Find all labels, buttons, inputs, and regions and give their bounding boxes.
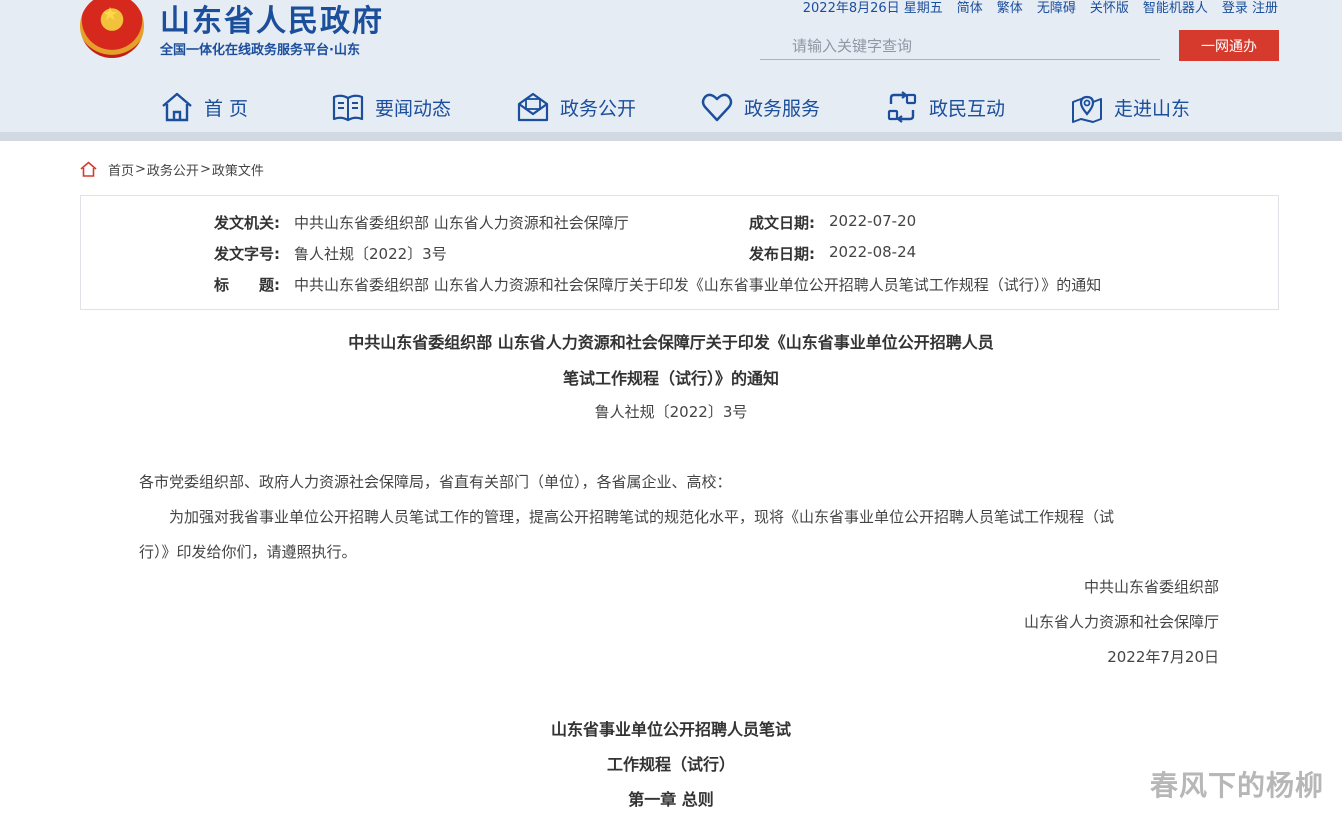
exchange-icon [887, 91, 917, 123]
body-line2: 行）》印发给你们，请遵照执行。 [139, 543, 357, 561]
chapter-heading: 第一章 总则 [628, 790, 714, 809]
nav-home[interactable]: 首 页 [160, 84, 248, 130]
document-info-box: 发文机关: 中共山东省委组织部 山东省人力资源和社会保障厅 成文日期: 2022… [80, 195, 1279, 310]
doc-no-value: 鲁人社规〔2022〕3号 [294, 245, 447, 263]
link-care-mode[interactable]: 关怀版 [1090, 0, 1129, 18]
issuer-label: 发文机关: [214, 214, 280, 232]
doc-title-line1: 中共山东省委组织部 山东省人力资源和社会保障厅关于印发《山东省事业单位公开招聘人… [348, 333, 994, 352]
body-line1: 为加强对我省事业单位公开招聘人员笔试工作的管理，提高公开招聘笔试的规范化水平，现… [169, 508, 1115, 526]
doc-title-line2: 笔试工作规程（试行）》的通知 [562, 369, 779, 388]
search-bar [760, 32, 1160, 60]
published-label: 发布日期: [749, 245, 815, 263]
heart-icon [701, 93, 733, 122]
nav-about[interactable]: 走进山东 [1070, 84, 1190, 130]
doc-no-label: 发文字号: [214, 245, 280, 263]
nav-services[interactable]: 政务服务 [700, 84, 820, 130]
info-published: 发布日期: 2022-08-24 [749, 243, 916, 264]
regulation-title2: 工作规程（试行） [606, 755, 735, 774]
breadcrumb-separator: > [135, 161, 146, 177]
map-pin-icon [1072, 95, 1102, 123]
nav-interaction[interactable]: 政民互动 [885, 84, 1005, 130]
watermark: 春风下的杨柳 [1149, 769, 1324, 802]
signature-date: 2022年7月20日 [1107, 648, 1219, 666]
signature-org2: 山东省人力资源和社会保障厅 [1023, 613, 1219, 631]
open-book-icon [332, 94, 364, 122]
home-icon [80, 161, 97, 177]
nav-news-label: 要闻动态 [375, 97, 452, 120]
breadcrumb: 首页 > 政务公开 > 政策文件 [80, 160, 264, 179]
regulation-title1: 山东省事业单位公开招聘人员笔试 [550, 720, 791, 739]
doc-number: 鲁人社规〔2022〕3号 [594, 403, 748, 421]
top-links: 2022年8月26日 星期五 简体 繁体 无障碍 关怀版 智能机器人 登录 注册 [803, 0, 1278, 18]
site-subtitle[interactable]: 全国一体化在线政务服务平台·山东 [160, 39, 360, 58]
mail-document-icon [517, 92, 549, 122]
main-nav: 首 页 要闻动态 政务公开 政务服务 政民互动 走进山东 [0, 84, 1342, 130]
published-value: 2022-08-24 [829, 243, 917, 261]
current-date: 2022年8月26日 星期五 [802, 1, 943, 16]
breadcrumb-open-gov[interactable]: 政务公开 [147, 160, 199, 179]
salutation: 各市党委组织部、政府人力资源社会保障局，省直有关部门（单位），各省属企业、高校： [139, 473, 732, 491]
link-login-register[interactable]: 登录 注册 [1222, 0, 1278, 18]
link-accessibility[interactable]: 无障碍 [1037, 0, 1076, 18]
info-issuer: 发文机关: 中共山东省委组织部 山东省人力资源和社会保障厅 [214, 212, 629, 233]
title-label: 标 题: [214, 276, 280, 294]
link-traditional[interactable]: 繁体 [997, 0, 1023, 18]
ywtb-button[interactable]: 一网通办 [1179, 30, 1279, 61]
site-title[interactable]: 山东省人民政府 [160, 0, 384, 40]
info-title: 标 题: 中共山东省委组织部 山东省人力资源和社会保障厅关于印发《山东省事业单位… [214, 274, 1101, 295]
breadcrumb-separator: > [199, 161, 211, 177]
nav-news[interactable]: 要闻动态 [331, 84, 451, 130]
nav-open-gov[interactable]: 政务公开 [516, 84, 636, 130]
home-icon [162, 92, 192, 122]
link-simplified[interactable]: 简体 [957, 0, 983, 18]
link-robot[interactable]: 智能机器人 [1143, 0, 1208, 18]
search-input[interactable] [760, 32, 1160, 59]
signature-org1: 中共山东省委组织部 [1083, 578, 1219, 596]
issuer-value: 中共山东省委组织部 山东省人力资源和社会保障厅 [294, 214, 629, 232]
created-label: 成文日期: [749, 214, 815, 232]
breadcrumb-home[interactable]: 首页 [108, 160, 134, 179]
nav-open-gov-label: 政务公开 [560, 97, 637, 120]
info-doc-no: 发文字号: 鲁人社规〔2022〕3号 [214, 243, 447, 264]
breadcrumb-policy-docs[interactable]: 政策文件 [212, 160, 264, 179]
info-created: 成文日期: 2022-07-20 [749, 212, 916, 233]
nav-home-label: 首 页 [204, 97, 249, 120]
created-value: 2022-07-20 [829, 212, 917, 230]
nav-about-label: 走进山东 [1114, 97, 1191, 120]
nav-services-label: 政务服务 [744, 97, 821, 120]
nav-interaction-label: 政民互动 [929, 97, 1006, 120]
title-value: 中共山东省委组织部 山东省人力资源和社会保障厅关于印发《山东省事业单位公开招聘人… [294, 276, 1102, 294]
header-divider [0, 132, 1342, 141]
